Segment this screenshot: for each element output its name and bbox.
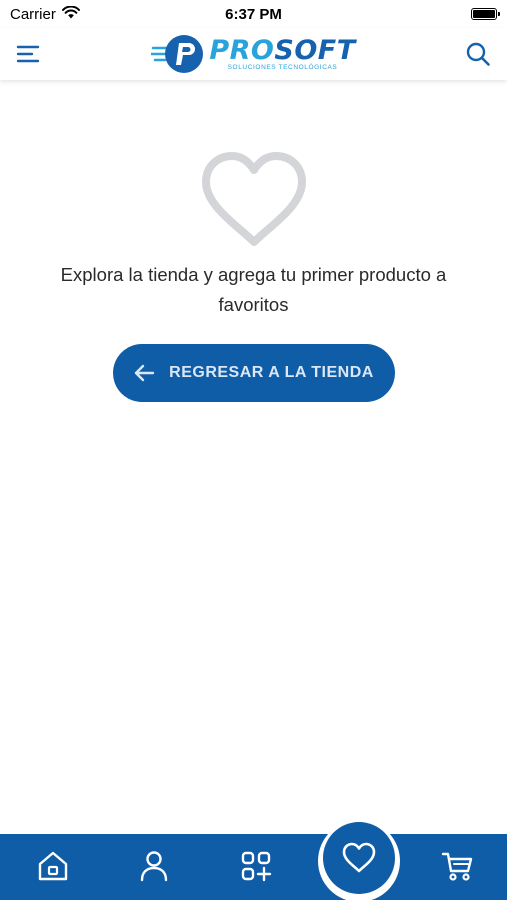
user-icon — [140, 851, 168, 882]
heart-outline-icon — [201, 152, 306, 246]
bottom-nav — [0, 820, 507, 900]
logo-mark-icon — [151, 35, 204, 73]
battery-icon — [470, 8, 500, 20]
prosoft-logo[interactable]: PROSOFT SOLUCIONES TECNOLÓGICAS — [151, 32, 355, 76]
empty-favorites: Explora la tienda y agrega tu primer pro… — [0, 150, 507, 402]
search-button[interactable] — [463, 39, 493, 69]
logo-tagline: SOLUCIONES TECNOLÓGICAS — [227, 63, 338, 71]
menu-button[interactable] — [14, 39, 44, 69]
empty-message: Explora la tienda y agrega tu primer pro… — [60, 264, 447, 315]
home-icon — [38, 851, 68, 881]
logo-text-soft: SOFT — [274, 34, 356, 66]
heart-icon — [342, 842, 376, 873]
hamburger-menu-icon — [16, 45, 40, 63]
nav-home[interactable] — [33, 846, 73, 886]
nav-profile[interactable] — [134, 846, 174, 886]
clock: 6:37 PM — [225, 5, 282, 23]
status-left: Carrier — [10, 5, 150, 23]
cart-icon — [441, 852, 473, 881]
status-bar: Carrier 6:37 PM — [0, 0, 507, 28]
back-to-store-button[interactable]: REGRESAR A LA TIENDA — [112, 344, 395, 402]
logo-text-pro: PRO — [209, 34, 275, 66]
categories-icon — [241, 851, 272, 882]
arrow-left-icon — [134, 364, 155, 382]
app-header: PROSOFT SOLUCIONES TECNOLÓGICAS — [0, 28, 507, 80]
nav-cart[interactable] — [438, 846, 478, 886]
wifi-icon — [61, 5, 80, 23]
carrier-label: Carrier — [10, 5, 56, 23]
search-icon — [466, 42, 490, 66]
nav-categories[interactable] — [236, 846, 276, 886]
nav-favorites[interactable] — [323, 822, 395, 894]
back-to-store-label: REGRESAR A LA TIENDA — [169, 364, 374, 381]
